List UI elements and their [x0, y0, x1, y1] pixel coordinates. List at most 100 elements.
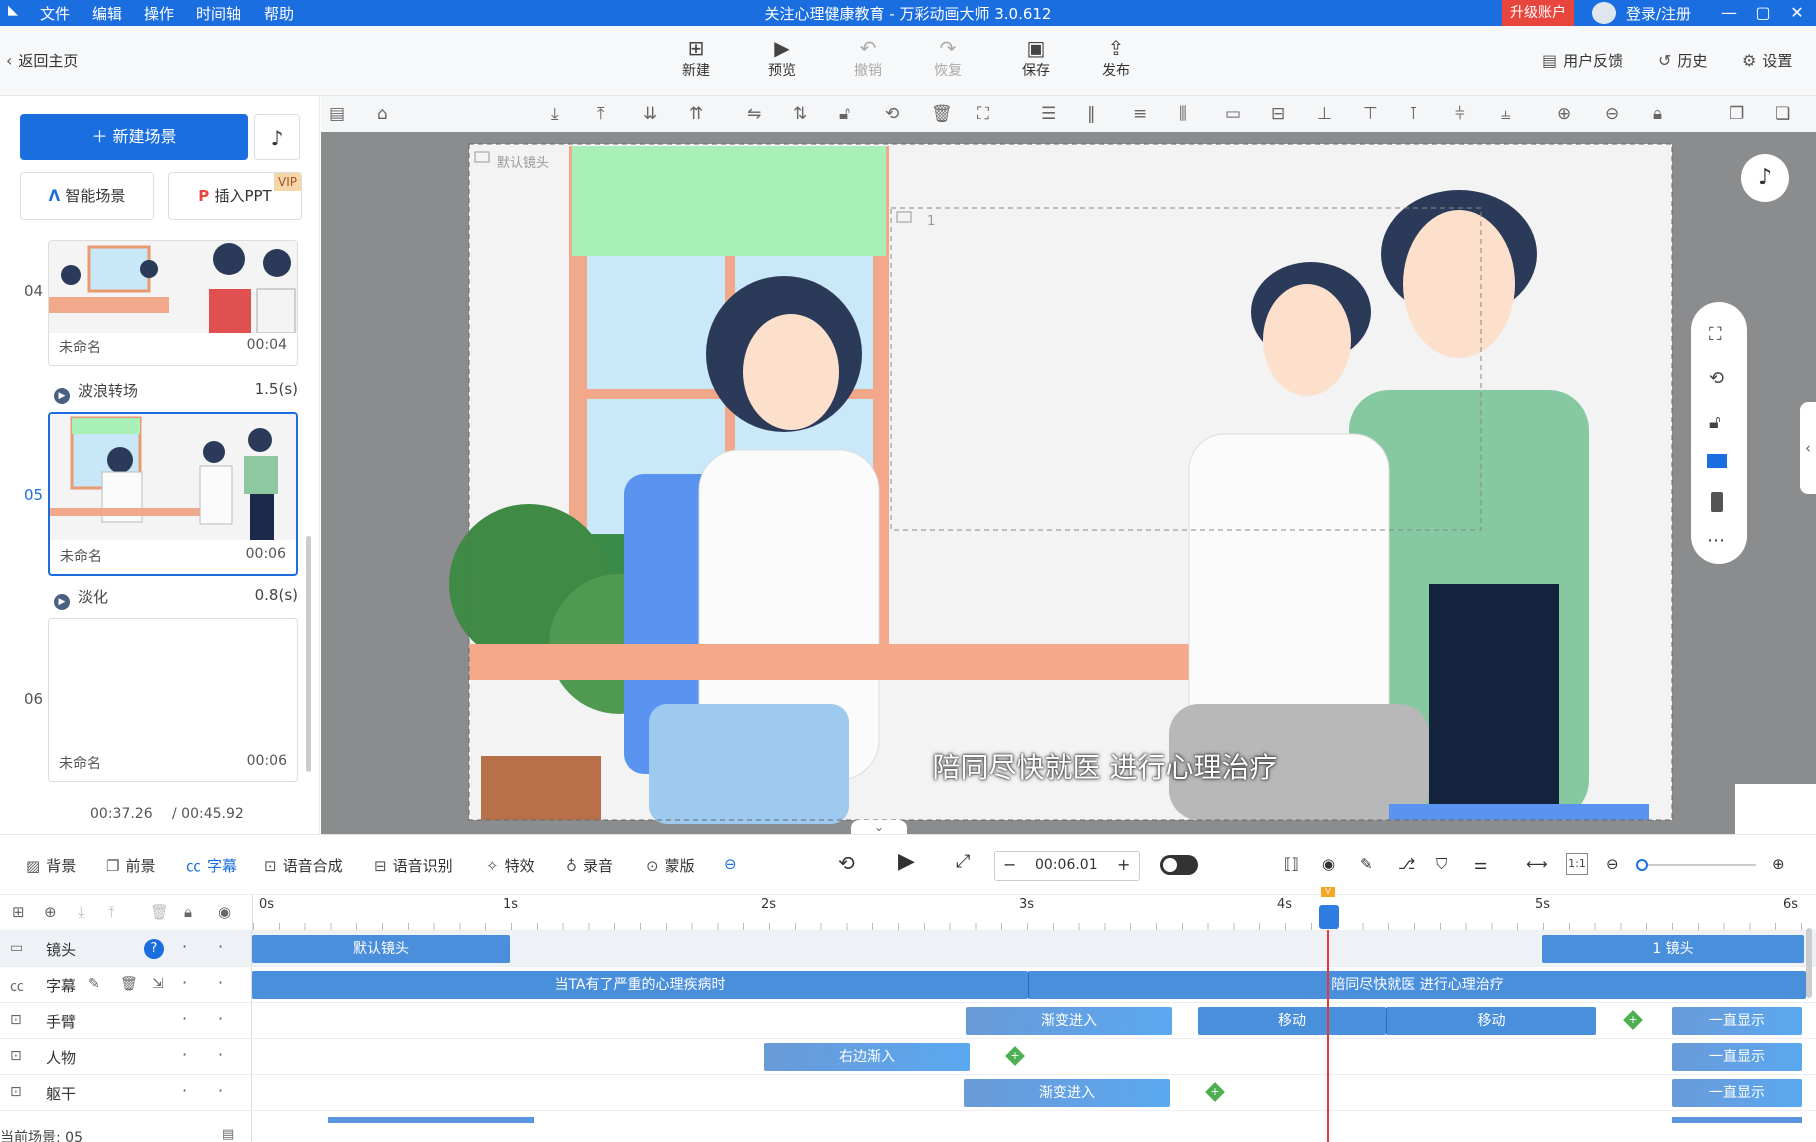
add-folder-icon[interactable]: ⊞ — [12, 903, 25, 921]
space-h-icon[interactable]: ⊤ — [1363, 104, 1378, 124]
smart-scene-button[interactable]: ᐱ 智能场景 — [20, 172, 154, 220]
notes-icon[interactable]: ▤ — [222, 1127, 234, 1142]
speech-recognition-button[interactable]: ⊟ 语音识别 — [374, 855, 453, 876]
undo-button[interactable]: ↶ 撤销 — [838, 36, 898, 80]
flip-h-icon[interactable]: ⇋ — [747, 104, 761, 124]
same-size-icon[interactable]: ⫩ — [1455, 104, 1465, 124]
avatar[interactable] — [1592, 2, 1616, 24]
track-row[interactable]: ⊡ 手臂 · · 渐变进入 移动 移动 + 一直显示 — [0, 1002, 1816, 1039]
track-area[interactable]: 当TA有了严重的心理疾病时 陪同尽快就医 进行心理治疗 — [252, 967, 1816, 1003]
preview-button[interactable]: ▶ 预览 — [752, 36, 812, 80]
more-icon[interactable]: ⋯ — [1707, 530, 1725, 551]
delete-icon[interactable]: 🗑︎ — [120, 976, 138, 992]
publish-button[interactable]: ⇪ 发布 — [1086, 36, 1146, 80]
space-v-icon[interactable]: ⊺ — [1409, 104, 1418, 124]
music-note-icon[interactable]: ♪ — [254, 114, 300, 160]
feedback-link[interactable]: ▤ 用户反馈 — [1542, 50, 1623, 71]
timeline-clip[interactable]: 渐变进入 — [966, 1007, 1172, 1035]
delete-icon[interactable]: 🗑︎ — [150, 903, 169, 921]
scrollbar[interactable] — [306, 536, 311, 772]
lock-icon[interactable]: 🔓︎ — [839, 104, 850, 124]
move-bottom-icon[interactable]: ⤓ — [551, 104, 559, 124]
dot-icon[interactable]: · — [182, 1009, 187, 1028]
eye-icon[interactable]: ◉ — [218, 903, 231, 921]
minus-icon[interactable]: − — [1003, 855, 1016, 874]
login-link[interactable]: 登录/注册 — [1626, 3, 1691, 24]
paste-icon[interactable]: ❏ — [1775, 104, 1790, 124]
plus-icon[interactable]: + — [1117, 855, 1130, 874]
track-row[interactable]: ⊡ 人物 · · 右边渐入 + 一直显示 — [0, 1038, 1816, 1075]
maximize-icon[interactable]: ▢ — [1750, 2, 1776, 24]
dot-icon[interactable]: · — [218, 1045, 223, 1064]
timeline-clip[interactable]: 一直显示 — [1672, 1043, 1802, 1071]
scene-card-04[interactable]: 未命名 00:04 — [48, 240, 298, 366]
timeline-clip[interactable]: 一直显示 — [1672, 1079, 1802, 1107]
transition-item[interactable]: ▶ 淡化 0.8(s) — [54, 586, 298, 610]
scene-card-05[interactable]: 未命名 00:06 — [48, 412, 298, 576]
new-button[interactable]: ⊞ 新建 — [666, 36, 726, 80]
rotate-icon[interactable]: ⟲ — [885, 104, 899, 124]
add-keyframe-icon[interactable]: + — [1005, 1046, 1025, 1066]
dot-icon[interactable]: · — [182, 937, 187, 956]
subtitle-button[interactable]: ㏄字幕 — [186, 855, 237, 876]
track-area[interactable]: 默认镜头 1 镜头 — [252, 931, 1816, 967]
align-middle-icon[interactable]: ⊟ — [1271, 104, 1285, 124]
time-input[interactable]: 00:06.01 — [1035, 857, 1098, 873]
back-home-link[interactable]: ‹ 返回主页 — [6, 50, 78, 71]
history-link[interactable]: ↺ 历史 — [1658, 50, 1707, 71]
timeline-clip[interactable]: 陪同尽快就医 进行心理治疗 — [1028, 971, 1806, 999]
zoom-out-icon[interactable]: ⊖ — [1606, 855, 1619, 873]
preview-thumb-icon[interactable] — [1735, 784, 1816, 834]
track-area[interactable]: 渐变进入 移动 移动 + 一直显示 — [252, 1003, 1816, 1039]
timeline-clip[interactable]: 渐变进入 — [964, 1079, 1170, 1107]
save-button[interactable]: ▣ 保存 — [1006, 36, 1066, 80]
fit-icon[interactable]: ⟦⟧ — [1284, 855, 1299, 873]
play-icon[interactable]: ▶ — [898, 849, 915, 874]
minimize-icon[interactable]: — — [1716, 2, 1742, 24]
insert-ppt-button[interactable]: P 插入PPT VIP — [168, 172, 302, 220]
track-area[interactable]: 渐变进入 + 一直显示 — [252, 1075, 1816, 1111]
playhead-handle[interactable] — [1319, 905, 1339, 929]
dot-icon[interactable]: · — [218, 1081, 223, 1100]
record-button[interactable]: ♁ 录音 — [566, 855, 613, 876]
camera-icon[interactable]: ◉ — [1322, 855, 1335, 873]
move-down-icon[interactable]: ⇊ — [643, 104, 657, 124]
ruler-scale[interactable]: 0s 1s 2s 3s 4s 5s 6s V — [252, 887, 1816, 931]
mask-button[interactable]: ⊙ 蒙版 — [646, 855, 695, 876]
rotate-icon[interactable]: ⟲ — [1709, 368, 1724, 389]
help-icon[interactable]: ? — [144, 939, 164, 959]
add-keyframe-icon[interactable]: + — [1623, 1010, 1643, 1030]
timeline-clip[interactable]: 默认镜头 — [252, 935, 510, 963]
track-area[interactable] — [252, 1111, 1816, 1142]
dot-icon[interactable]: · — [182, 1045, 187, 1064]
timeline-clip[interactable]: 当TA有了严重的心理疾病时 — [252, 971, 1028, 999]
stage[interactable] — [321, 132, 1816, 834]
tts-button[interactable]: ⊡ 语音合成 — [264, 855, 343, 876]
align-right-icon[interactable]: ≡ — [1133, 104, 1147, 124]
upgrade-button[interactable]: 升级账户 — [1502, 0, 1574, 26]
edit-icon[interactable]: ✎ — [1360, 855, 1373, 873]
background-button[interactable]: ▨ 背景 — [26, 855, 76, 876]
timeline-clip[interactable]: 1 镜头 — [1542, 935, 1804, 963]
filter-icon[interactable]: ⛉ — [1436, 855, 1447, 873]
delete-icon[interactable]: 🗑︎ — [931, 104, 953, 124]
timeline-clip[interactable]: 右边渐入 — [764, 1043, 970, 1071]
replay-icon[interactable]: ⟲ — [838, 851, 855, 875]
track-area[interactable]: 右边渐入 + 一直显示 — [252, 1039, 1816, 1075]
track-row[interactable]: ▭ 镜头? · · 默认镜头 1 镜头 — [0, 930, 1816, 967]
landscape-icon[interactable] — [1707, 454, 1727, 468]
redo-button[interactable]: ↷ 恢复 — [918, 36, 978, 80]
scene-card-06[interactable]: 未命名 00:06 — [48, 618, 298, 782]
lock-icon[interactable]: 🔓︎ — [1709, 412, 1721, 433]
width-icon[interactable]: ⟷ — [1526, 855, 1548, 873]
distribute-icon[interactable]: ⫼ — [1179, 104, 1187, 124]
lock-all-icon[interactable]: 🔒︎ — [1653, 104, 1662, 124]
align-top-icon[interactable]: ▭ — [1225, 104, 1241, 124]
move-up-icon[interactable]: ⇈ — [689, 104, 703, 124]
zoom-out-icon[interactable]: ⊖ — [1605, 104, 1619, 124]
subtitle-text[interactable]: 陪同尽快就医 进行心理治疗 — [880, 746, 1330, 786]
same-width-icon[interactable]: ⫨ — [1501, 104, 1511, 124]
align-bottom-icon[interactable]: ⊥ — [1317, 104, 1332, 124]
close-icon[interactable]: ✕ — [1784, 2, 1810, 24]
track-row[interactable]: ⊡ 躯干 · · 渐变进入 + 一直显示 — [0, 1074, 1816, 1111]
